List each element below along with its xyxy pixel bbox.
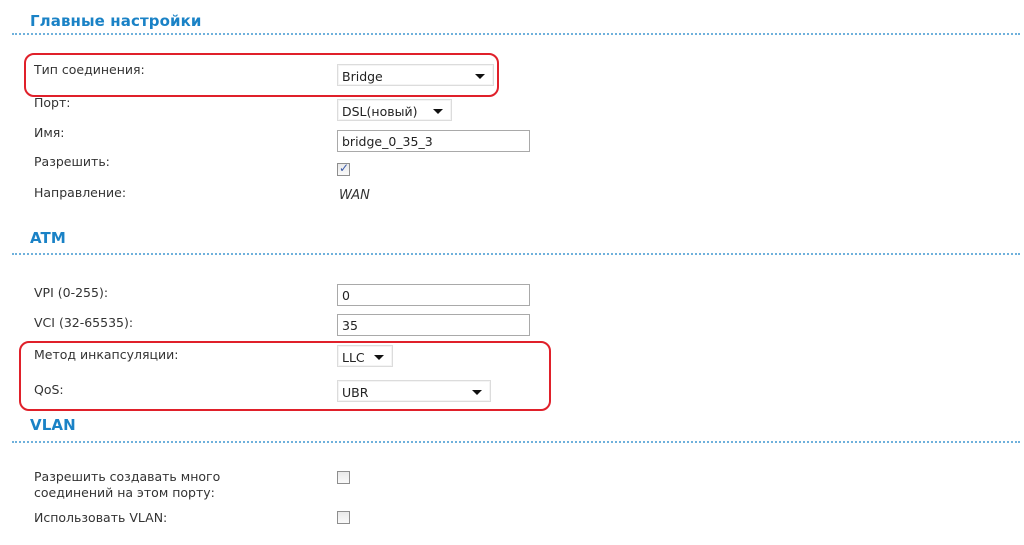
multi-conn-checkbox[interactable] [337,471,350,484]
name-input[interactable]: bridge_0_35_3 [337,130,530,152]
direction-label: Направление: [34,185,127,200]
port-select[interactable]: DSL(новый) [337,99,452,121]
checkmark-icon: ✓ [339,161,350,175]
section-divider [12,33,1020,35]
multi-conn-label: Разрешить создавать много соединений на … [34,469,220,501]
use-vlan-checkbox[interactable] [337,511,350,524]
use-vlan-label: Использовать VLAN: [34,510,168,525]
qos-label: QoS: [34,382,64,397]
encapsulation-value: LLC [342,349,365,365]
section-divider [12,253,1020,255]
connection-type-select[interactable]: Bridge [337,64,494,86]
port-label: Порт: [34,95,71,110]
direction-value: WAN [339,188,370,203]
qos-value: UBR [342,384,369,400]
section-divider [12,441,1020,443]
chevron-down-icon [472,389,482,395]
encapsulation-label: Метод инкапсуляции: [34,347,179,362]
connection-type-value: Bridge [342,68,383,84]
qos-select[interactable]: UBR [337,380,491,402]
section-title-vlan: VLAN [30,416,76,434]
multi-conn-label-line1: Разрешить создавать много [34,469,221,484]
chevron-down-icon [433,108,443,114]
enable-checkbox[interactable]: ✓ [337,161,350,176]
chevron-down-icon [374,354,384,360]
vpi-label: VPI (0-255): [34,285,109,300]
encapsulation-select[interactable]: LLC [337,345,393,367]
multi-conn-label-line2: соединений на этом порту: [34,485,215,500]
vpi-input[interactable]: 0 [337,284,530,306]
section-title-atm: ATM [30,229,66,247]
enable-label: Разрешить: [34,154,110,169]
name-label: Имя: [34,125,65,140]
section-title-main: Главные настройки [30,12,202,30]
connection-type-label: Тип соединения: [34,62,145,77]
port-value: DSL(новый) [342,103,418,119]
vci-input[interactable]: 35 [337,314,530,336]
chevron-down-icon [475,73,485,79]
vci-label: VCI (32-65535): [34,315,134,330]
